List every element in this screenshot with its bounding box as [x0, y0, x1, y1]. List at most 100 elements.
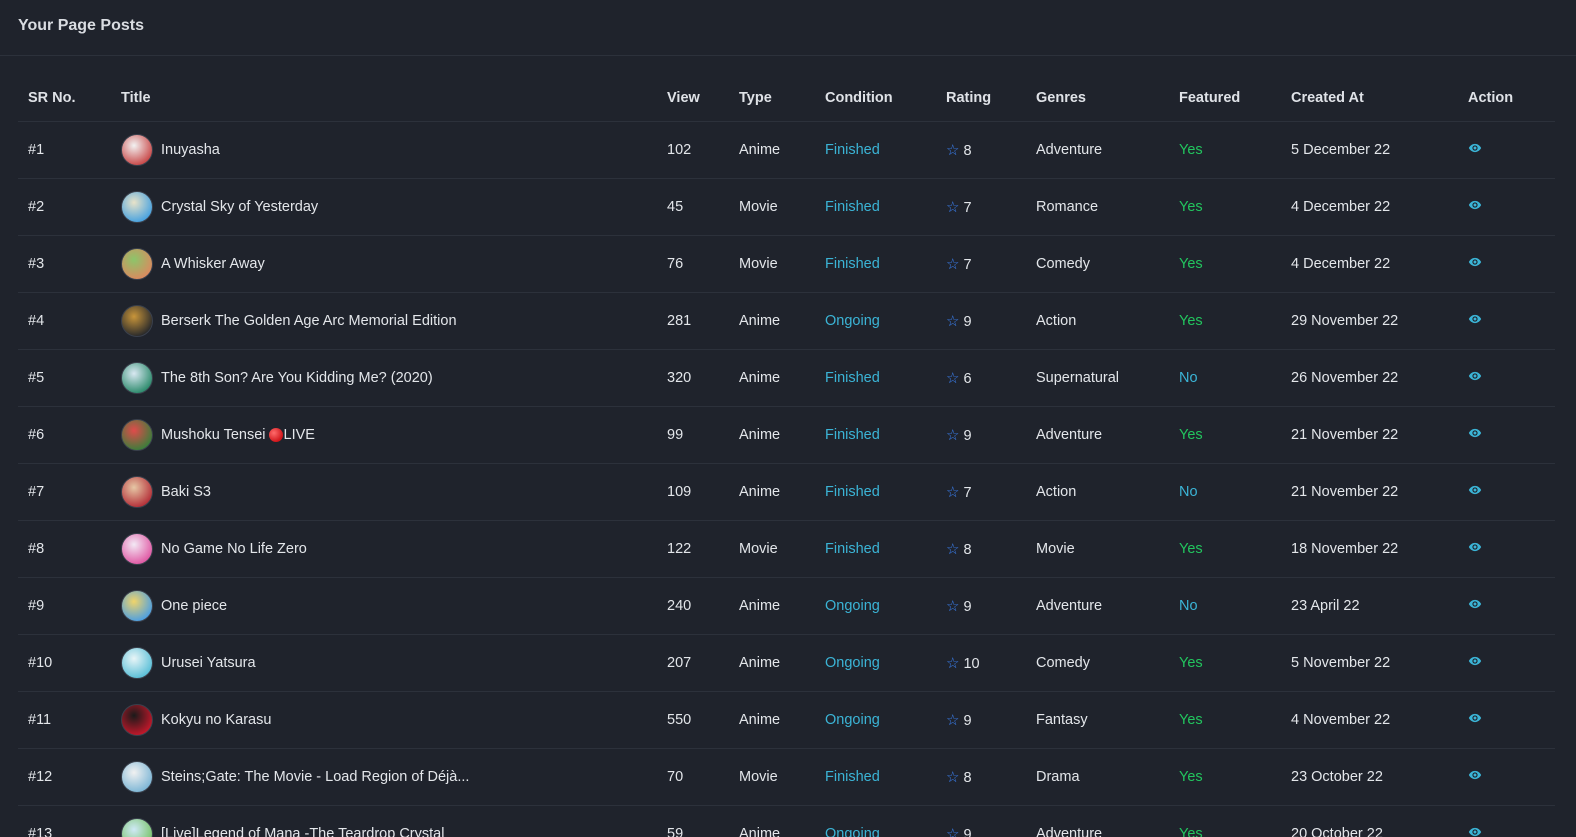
- view-eye-icon[interactable]: [1468, 198, 1482, 212]
- header-created-at[interactable]: Created At: [1281, 56, 1458, 122]
- view-eye-icon[interactable]: [1468, 654, 1482, 668]
- view-eye-icon[interactable]: [1468, 768, 1482, 782]
- page-header: Your Page Posts: [0, 0, 1576, 56]
- title-cell[interactable]: One piece: [111, 577, 657, 635]
- view-eye-icon[interactable]: [1468, 426, 1482, 440]
- post-title[interactable]: One piece: [161, 598, 227, 614]
- view-eye-icon[interactable]: [1468, 597, 1482, 611]
- post-title[interactable]: Mushoku Tensei: [161, 427, 266, 443]
- table-row[interactable]: #4 Berserk The Golden Age Arc Memorial Ed…: [18, 292, 1555, 350]
- table-row[interactable]: #8 No Game No Life Zero 122 Movie Finished ☆ 8…: [18, 520, 1555, 578]
- table-row[interactable]: #5 The 8th Son? Are You Kidding Me? (2020…: [18, 349, 1555, 407]
- view-eye-icon[interactable]: [1468, 711, 1482, 725]
- table-row[interactable]: #1 Inuyasha 102 Anime Finished ☆ 8 Adventure Yes…: [18, 121, 1555, 179]
- genre-cell: Adventure: [1026, 805, 1169, 837]
- genre-cell: Comedy: [1026, 235, 1169, 293]
- action-cell: [1458, 292, 1555, 350]
- header-title[interactable]: Title: [111, 56, 657, 122]
- title-cell[interactable]: Urusei Yatsura: [111, 634, 657, 692]
- star-icon: ☆: [946, 540, 960, 558]
- title-cell[interactable]: A Whisker Away: [111, 235, 657, 293]
- title-cell[interactable]: Inuyasha: [111, 121, 657, 179]
- header-view[interactable]: View: [657, 56, 729, 122]
- created-at-cell: 23 October 22: [1281, 748, 1458, 806]
- post-title[interactable]: Inuyasha: [161, 142, 220, 158]
- table-row[interactable]: #3 A Whisker Away 76 Movie Finished ☆ 7 Comedy Y…: [18, 235, 1555, 293]
- type-cell: Anime: [729, 463, 815, 521]
- condition-cell: Finished: [815, 121, 936, 179]
- table-row[interactable]: #12 Steins;Gate: The Movie - Load Region …: [18, 748, 1555, 806]
- view-count-cell: 281: [657, 292, 729, 350]
- post-title[interactable]: Urusei Yatsura: [161, 655, 256, 671]
- genre-cell: Adventure: [1026, 121, 1169, 179]
- post-title[interactable]: A Whisker Away: [161, 256, 265, 272]
- sr-no-cell: #13: [18, 805, 111, 837]
- title-cell[interactable]: Mushoku Tensei LIVE: [111, 406, 657, 464]
- sr-no-cell: #2: [18, 178, 111, 236]
- title-cell[interactable]: The 8th Son? Are You Kidding Me? (2020): [111, 349, 657, 407]
- title-wrapper: Steins;Gate: The Movie - Load Region of …: [121, 760, 657, 793]
- title-wrapper: One piece: [121, 589, 657, 622]
- condition-cell: Ongoing: [815, 691, 936, 749]
- title-cell[interactable]: Steins;Gate: The Movie - Load Region of …: [111, 748, 657, 806]
- sr-no-cell: #6: [18, 406, 111, 464]
- created-at-cell: 21 November 22: [1281, 463, 1458, 521]
- type-cell: Movie: [729, 178, 815, 236]
- title-cell[interactable]: [Live]Legend of Mana -The Teardrop Cryst…: [111, 805, 657, 837]
- header-genres[interactable]: Genres: [1026, 56, 1169, 122]
- view-eye-icon[interactable]: [1468, 540, 1482, 554]
- title-cell[interactable]: No Game No Life Zero: [111, 520, 657, 578]
- table-row[interactable]: #9 One piece 240 Anime Ongoing ☆ 9 Adventure No 2…: [18, 577, 1555, 635]
- table-row[interactable]: #13 [Live]Legend of Mana -The Teardrop Cr…: [18, 805, 1555, 837]
- post-title[interactable]: Kokyu no Karasu: [161, 712, 271, 728]
- title-cell[interactable]: Baki S3: [111, 463, 657, 521]
- condition-cell: Finished: [815, 235, 936, 293]
- header-featured[interactable]: Featured: [1169, 56, 1281, 122]
- view-eye-icon[interactable]: [1468, 483, 1482, 497]
- header-sr-no[interactable]: SR No.: [18, 56, 111, 122]
- rating-cell: ☆ 7: [936, 178, 1026, 236]
- table-row[interactable]: #6 Mushoku Tensei LIVE 99 Anime Finished ☆ 9 Adv…: [18, 406, 1555, 464]
- type-cell: Anime: [729, 805, 815, 837]
- header-rating[interactable]: Rating: [936, 56, 1026, 122]
- table-header: SR No. Title View Type Condition Rating …: [18, 56, 1555, 122]
- created-at-cell: 23 April 22: [1281, 577, 1458, 635]
- post-title[interactable]: Baki S3: [161, 484, 211, 500]
- title-cell[interactable]: Crystal Sky of Yesterday: [111, 178, 657, 236]
- post-title[interactable]: [Live]Legend of Mana -The Teardrop Cryst…: [161, 826, 444, 837]
- table-row[interactable]: #10 Urusei Yatsura 207 Anime Ongoing ☆ 10 Comed…: [18, 634, 1555, 692]
- view-eye-icon[interactable]: [1468, 255, 1482, 269]
- view-eye-icon[interactable]: [1468, 825, 1482, 837]
- table-row[interactable]: #7 Baki S3 109 Anime Finished ☆ 7 Action No 21 No…: [18, 463, 1555, 521]
- header-condition[interactable]: Condition: [815, 56, 936, 122]
- title-cell[interactable]: Kokyu no Karasu: [111, 691, 657, 749]
- post-title[interactable]: Berserk The Golden Age Arc Memorial Edit…: [161, 313, 457, 329]
- table-row[interactable]: #11 Kokyu no Karasu 550 Anime Ongoing ☆ 9 Fanta…: [18, 691, 1555, 749]
- post-title[interactable]: No Game No Life Zero: [161, 541, 307, 557]
- view-eye-icon[interactable]: [1468, 141, 1482, 155]
- rating-cell: ☆ 8: [936, 748, 1026, 806]
- star-icon: ☆: [946, 654, 960, 672]
- post-title[interactable]: Steins;Gate: The Movie - Load Region of …: [161, 769, 469, 785]
- rating-value: 8: [963, 541, 972, 558]
- featured-cell: Yes: [1169, 235, 1281, 293]
- star-icon: ☆: [946, 825, 960, 837]
- view-eye-icon[interactable]: [1468, 312, 1482, 326]
- header-action: Action: [1458, 56, 1555, 122]
- sr-no-cell: #5: [18, 349, 111, 407]
- rating-cell: ☆ 9: [936, 691, 1026, 749]
- post-title[interactable]: Crystal Sky of Yesterday: [161, 199, 318, 215]
- view-count-cell: 59: [657, 805, 729, 837]
- rating-value: 7: [963, 199, 972, 216]
- live-red-circle-icon: [268, 427, 283, 442]
- post-title[interactable]: The 8th Son? Are You Kidding Me? (2020): [161, 370, 433, 386]
- post-thumbnail: [121, 703, 153, 736]
- type-cell: Movie: [729, 235, 815, 293]
- view-eye-icon[interactable]: [1468, 369, 1482, 383]
- condition-cell: Finished: [815, 406, 936, 464]
- type-cell: Anime: [729, 634, 815, 692]
- title-cell[interactable]: Berserk The Golden Age Arc Memorial Edit…: [111, 292, 657, 350]
- header-type[interactable]: Type: [729, 56, 815, 122]
- genre-cell: Comedy: [1026, 634, 1169, 692]
- table-row[interactable]: #2 Crystal Sky of Yesterday 45 Movie Finishe…: [18, 178, 1555, 236]
